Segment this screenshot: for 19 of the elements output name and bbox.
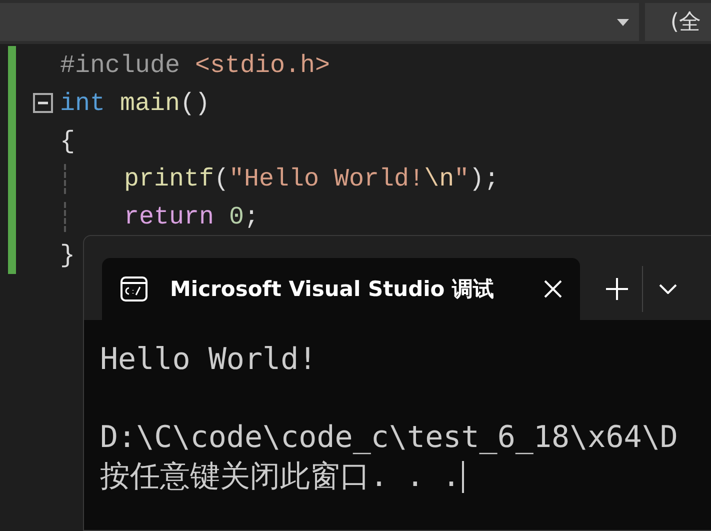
- code-line: #include <stdio.h>: [60, 50, 330, 80]
- console-output: D:\C\code\code_c\test_6_18\x64\D: [100, 419, 678, 457]
- dropdown[interactable]: (全: [645, 3, 711, 41]
- code-line: return 0;: [60, 202, 260, 232]
- plus-icon[interactable]: [606, 278, 628, 300]
- chevron-down-icon[interactable]: [659, 284, 677, 294]
- code-line: }: [60, 240, 76, 270]
- caret-icon: [617, 18, 629, 26]
- close-icon[interactable]: [544, 280, 562, 298]
- tab-title: Microsoft Visual Studio 调试: [170, 276, 496, 303]
- text-cursor: [462, 460, 464, 492]
- code-line: printf("Hello World!\n");: [60, 164, 500, 194]
- console-output: Hello World!: [100, 341, 317, 379]
- terminal-tab[interactable]: Microsoft Visual Studio 调试: [102, 258, 580, 320]
- collapse-icon[interactable]: [33, 93, 53, 113]
- code-line: int main(): [60, 88, 210, 118]
- code-line: {: [60, 126, 76, 156]
- console-output: 按任意键关闭此窗口. . .: [100, 458, 460, 496]
- console-icon: [120, 276, 148, 302]
